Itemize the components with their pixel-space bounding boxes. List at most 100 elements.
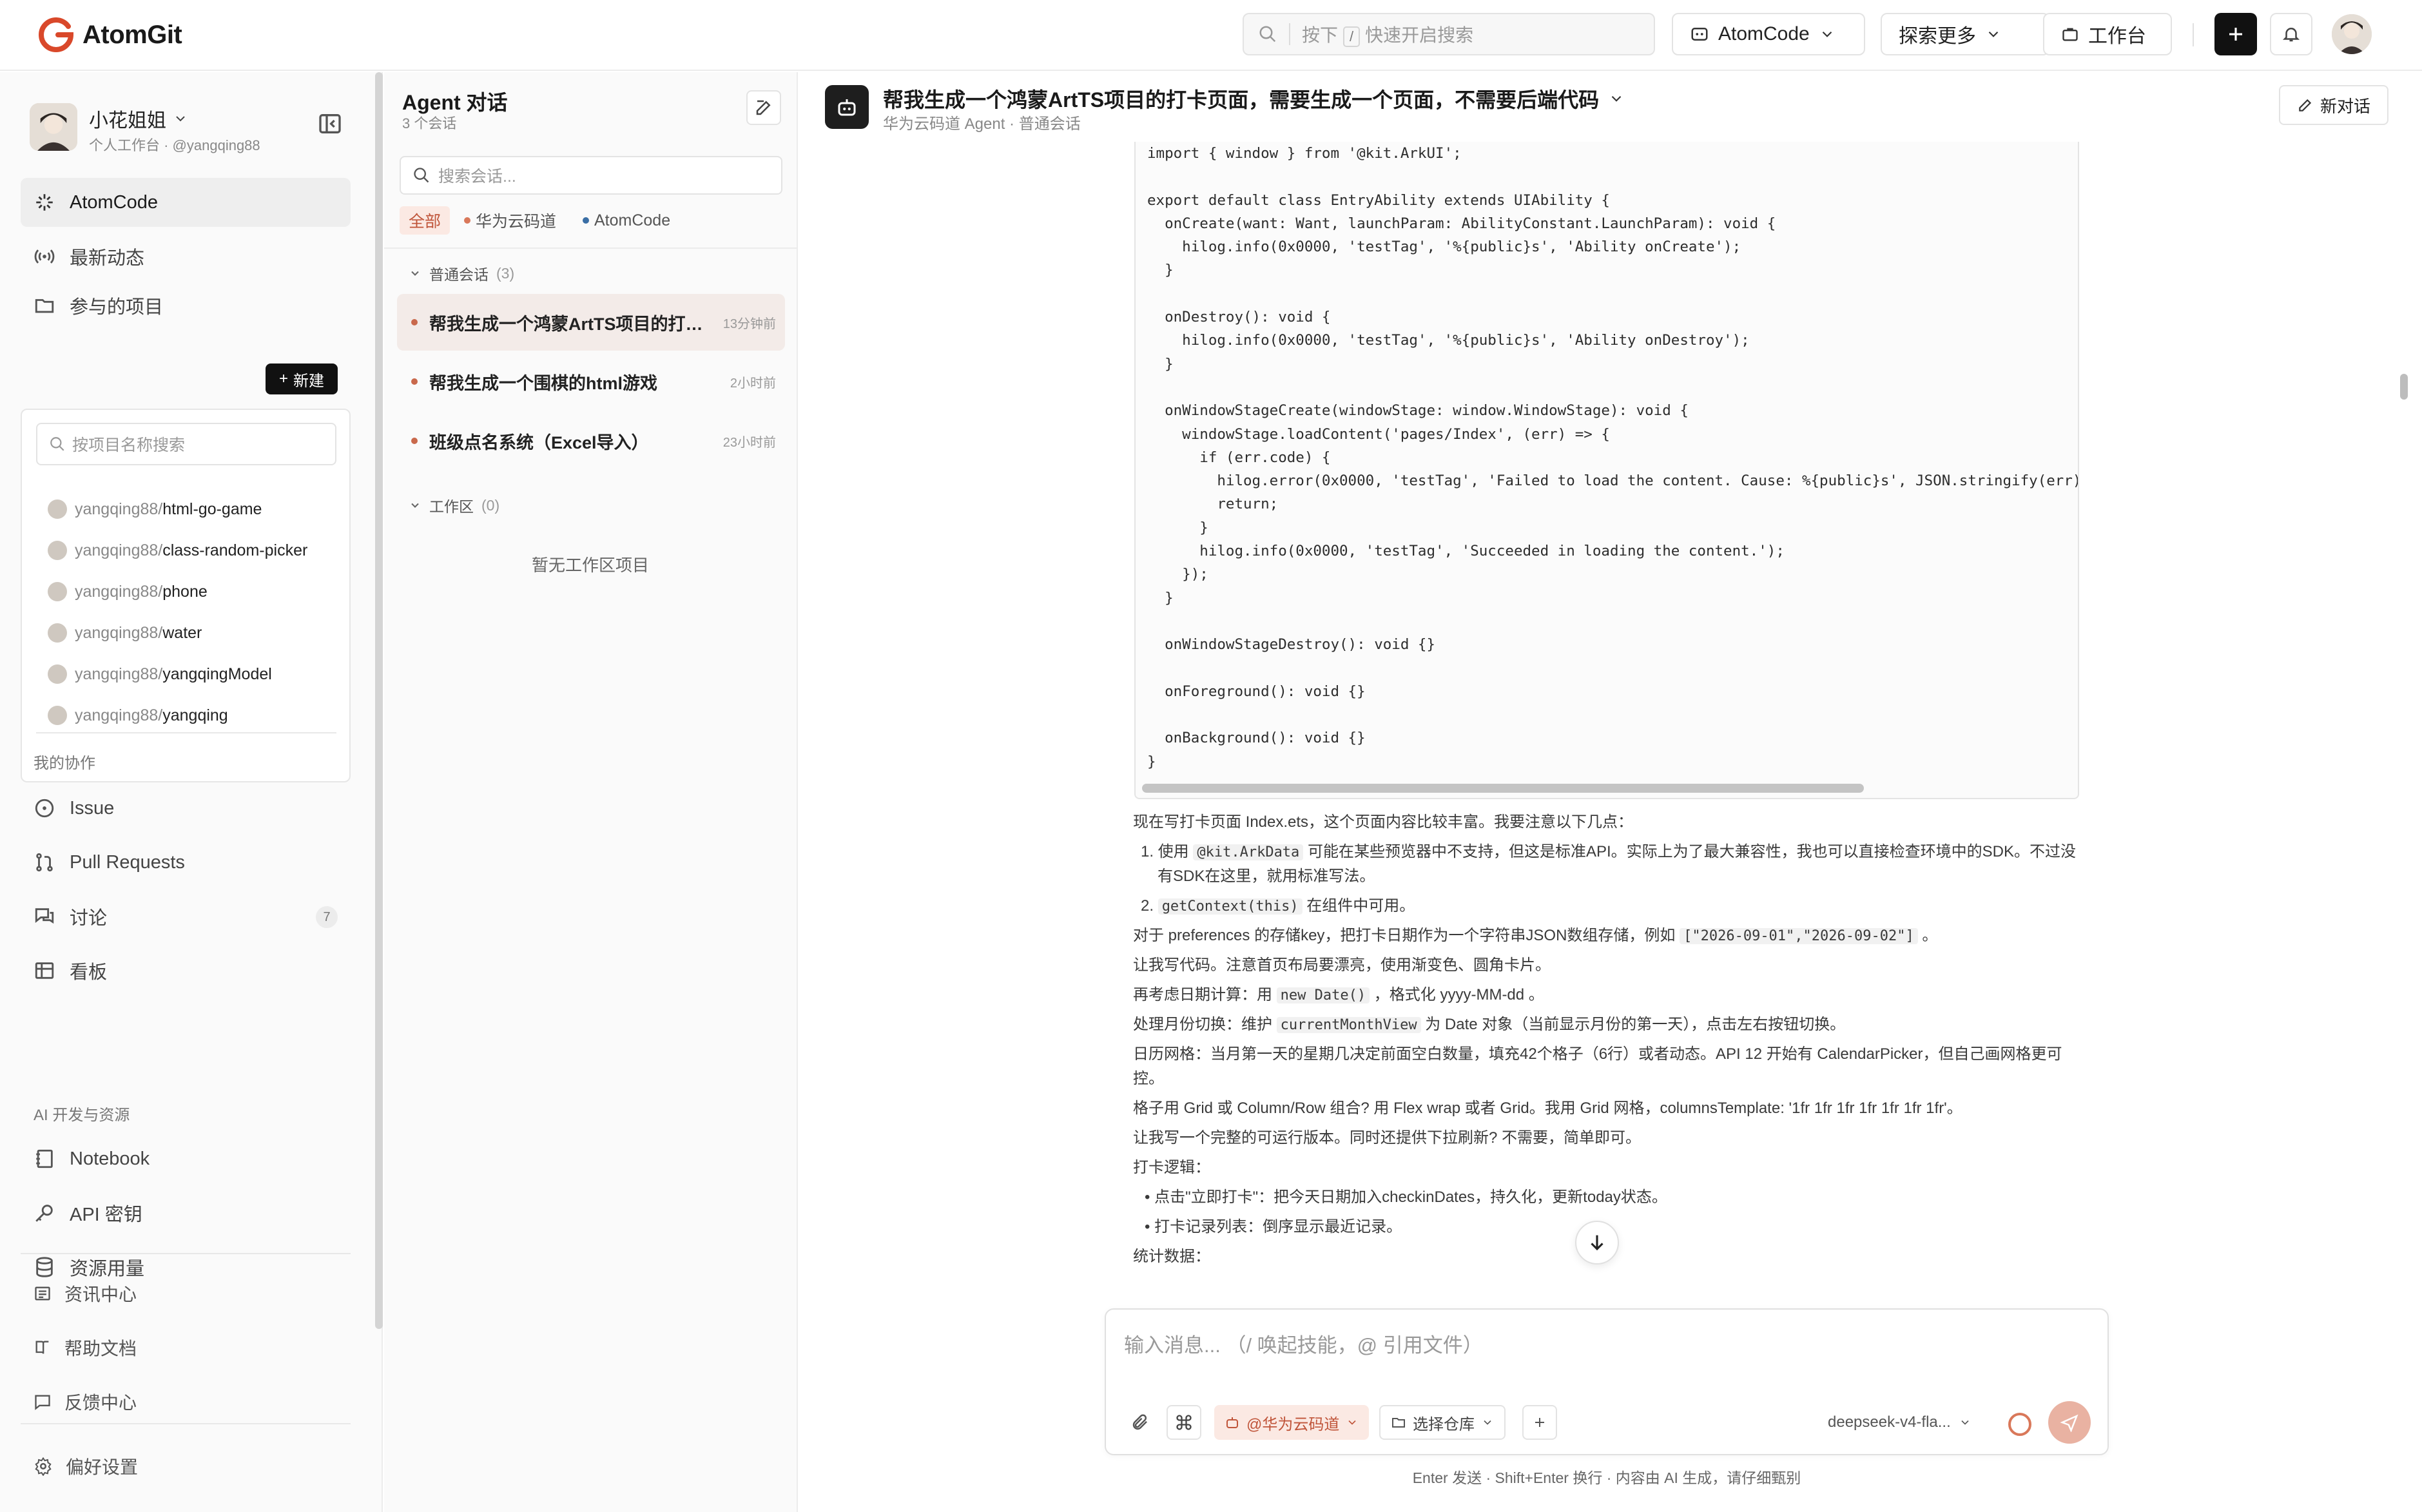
group-normal-toggle[interactable]: 普通会话 (3) <box>409 260 514 286</box>
filter-all[interactable]: 全部 <box>400 206 450 235</box>
user-card[interactable]: 小花姐姐 个人工作台 · @yangqing88 <box>30 98 352 156</box>
nav-notebook[interactable]: Notebook <box>21 1134 351 1183</box>
conversation-search-input[interactable]: 搜索会话... <box>400 156 782 195</box>
chevron-down-icon <box>1348 1420 1356 1425</box>
send-button[interactable] <box>2048 1401 2091 1444</box>
conversation-time: 23小时前 <box>722 435 776 450</box>
plus-icon <box>2229 28 2242 41</box>
pull-request-icon <box>36 853 53 872</box>
nav-news[interactable]: 最新动态 <box>21 232 351 281</box>
sidebar-divider <box>21 1253 351 1254</box>
issue-icon <box>35 799 54 818</box>
code-horizontal-scrollbar[interactable] <box>1142 784 1864 793</box>
nav-label: 参与的项目 <box>70 297 164 318</box>
left-sidebar: 小花姐姐 个人工作台 · @yangqing88 AtomCode 最新动态 参… <box>0 72 383 1512</box>
project-panel: 按项目名称搜索 yangqing88/html-go-game yangqing… <box>21 409 351 782</box>
nav-preferences[interactable]: 偏好设置 <box>34 1450 138 1482</box>
code-line: }); <box>1147 566 1208 583</box>
chat-title[interactable]: 帮我生成一个鸿蒙ArtTS项目的打卡页面，需要生成一个页面，不需要后端代码 <box>883 84 1625 113</box>
new-chat-button[interactable]: 新对话 <box>2279 85 2388 125</box>
project-item[interactable]: yangqing88/yangqingModel <box>48 661 272 687</box>
collapse-sidebar-button[interactable] <box>317 111 343 137</box>
add-context-button[interactable] <box>1522 1405 1557 1440</box>
project-avatar <box>48 623 67 643</box>
code-line: hilog.info(0x0000, 'testTag', '%{public}… <box>1147 332 1750 349</box>
nav-projects[interactable]: 参与的项目 <box>21 281 266 330</box>
atomcode-menu-button[interactable]: AtomCode <box>1672 13 1865 55</box>
code-line: hilog.info(0x0000, 'testTag', '%{public}… <box>1147 238 1741 256</box>
robot-icon <box>838 99 856 116</box>
repository-selector[interactable]: 选择仓库 <box>1379 1405 1506 1440</box>
message-paragraph: 处理月份切换：维护 currentMonthView 为 Date 对象（当前显… <box>1133 1016 1846 1033</box>
project-item[interactable]: yangqing88/water <box>48 620 202 646</box>
filter-huawei[interactable]: 华为云码道 <box>455 206 565 235</box>
attach-button[interactable] <box>1123 1405 1158 1440</box>
discussion-count-badge: 7 <box>316 906 338 928</box>
atomcode-icon <box>1691 28 1708 41</box>
message-icon <box>35 1395 50 1410</box>
nav-pull-requests[interactable]: Pull Requests <box>21 838 351 887</box>
chat-scrollbar[interactable] <box>2400 374 2408 400</box>
atomgit-logo[interactable]: AtomGit <box>39 15 182 54</box>
group-workspace-toggle[interactable]: 工作区 (0) <box>409 492 499 518</box>
project-item[interactable]: yangqing88/phone <box>48 579 208 605</box>
notifications-button[interactable] <box>2270 13 2312 55</box>
sidebar-scrollbar[interactable] <box>375 72 383 1329</box>
agent-selector[interactable]: @华为云码道 <box>1214 1405 1370 1440</box>
user-name: 小花姐姐 <box>89 104 188 133</box>
message-paragraph: 现在写打卡页面 Index.ets，这个页面内容比较丰富。我要注意以下几点： <box>1133 813 1634 831</box>
code-block: import { window } from '@kit.ArkUI'; exp… <box>1134 142 2079 799</box>
project-item[interactable]: yangqing88/yangqing <box>48 703 228 728</box>
chevron-down-icon <box>1988 31 1999 37</box>
nav-issue[interactable]: Issue <box>21 784 351 833</box>
explore-more-button[interactable]: 探索更多 <box>1881 13 2049 55</box>
project-item[interactable]: yangqing88/class-random-picker <box>48 538 307 563</box>
conversation-item[interactable]: 班级点名系统（Excel导入） 23小时前 <box>397 412 785 469</box>
nav-discussions[interactable]: 讨论 7 <box>21 892 351 941</box>
plus-icon <box>1535 1418 1544 1427</box>
global-search[interactable]: 按下 / 快速开启搜索 <box>1243 13 1655 55</box>
nav-info-center[interactable]: 资讯中心 <box>34 1277 137 1310</box>
project-avatar <box>48 706 67 725</box>
nav-api-keys[interactable]: API 密钥 <box>21 1188 351 1237</box>
conversation-item[interactable]: 帮我生成一个鸿蒙ArtTS项目的打卡页面，需要生成一个页面，不需要后端代码 13… <box>397 294 785 351</box>
conversation-title: 班级点名系统（Excel导入） <box>429 432 649 452</box>
avatar-icon <box>30 103 77 151</box>
conversation-item[interactable]: 帮我生成一个围棋的html游戏 2小时前 <box>397 353 785 410</box>
nav-label: AtomCode <box>70 191 159 213</box>
message-bullet: • 打卡记录列表：倒序显示最近记录。 <box>1145 1218 1402 1236</box>
new-project-button[interactable]: + 新建 <box>266 363 338 394</box>
workbench-button[interactable]: 工作台 <box>2043 13 2172 55</box>
new-conversation-button[interactable] <box>746 90 781 125</box>
status-dot <box>411 438 418 444</box>
command-button[interactable] <box>1167 1405 1201 1440</box>
message-list-item: 2. getContext(this) 在组件中可用。 <box>1141 897 1415 915</box>
chevron-down-icon <box>176 116 185 122</box>
nav-atomcode[interactable]: AtomCode <box>21 178 351 227</box>
sparkle-icon <box>36 194 53 211</box>
create-button[interactable] <box>2214 13 2257 55</box>
board-icon <box>35 962 54 979</box>
search-divider <box>1289 23 1290 45</box>
model-selector[interactable]: deepseek-v4-fla... <box>1828 1405 1972 1440</box>
search-icon <box>1259 26 1276 43</box>
chevron-down-icon <box>1961 1420 1969 1425</box>
edit-icon <box>756 100 771 115</box>
nav-help-docs[interactable]: 帮助文档 <box>34 1332 137 1364</box>
scroll-to-bottom-button[interactable] <box>1575 1221 1619 1265</box>
user-avatar[interactable] <box>2332 14 2372 54</box>
edit-icon <box>2299 99 2312 111</box>
message-input[interactable]: 输入消息... （/ 唤起技能，@ 引用文件） <box>1124 1329 1483 1358</box>
project-item[interactable]: yangqing88/html-go-game <box>48 496 262 522</box>
project-search-input[interactable]: 按项目名称搜索 <box>36 423 336 465</box>
conversation-title: 帮我生成一个围棋的html游戏 <box>429 373 657 393</box>
scroll-fade <box>799 1263 2398 1302</box>
nav-board[interactable]: 看板 <box>21 946 351 995</box>
message-paragraph: 让我写一个完整的可运行版本。同时还提供下拉刷新? 不需要，简单即可。 <box>1133 1129 1642 1147</box>
sidebar-collapse-icon <box>319 114 341 133</box>
nav-feedback[interactable]: 反馈中心 <box>34 1386 137 1418</box>
filter-atomcode[interactable]: AtomCode <box>574 206 679 235</box>
status-dot <box>411 319 418 325</box>
